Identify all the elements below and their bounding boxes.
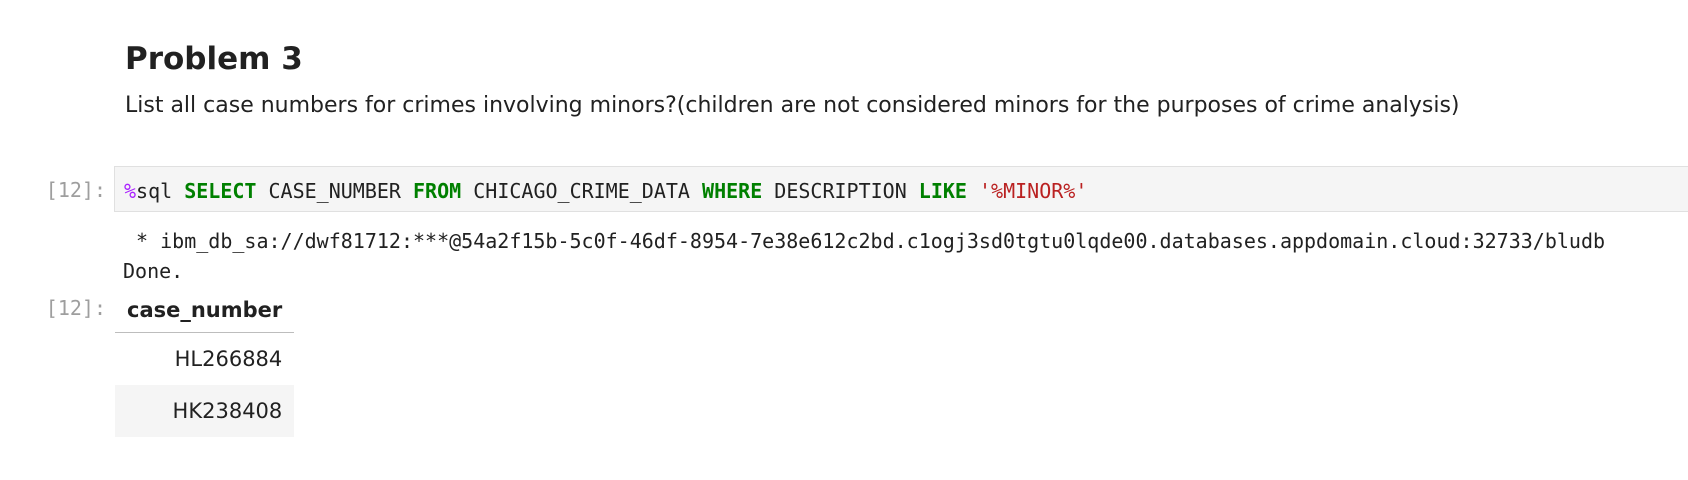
keyword-where: WHERE <box>702 179 763 203</box>
problem-description: List all case numbers for crimes involvi… <box>125 92 1460 118</box>
table-row: HL266884 <box>115 332 295 385</box>
problem-heading: Problem 3 <box>125 41 303 77</box>
done-message: Done. <box>123 259 184 283</box>
table-row: HK238408 <box>115 385 295 437</box>
magic-symbol: % <box>124 179 137 203</box>
keyword-like: LIKE <box>918 179 967 203</box>
magic-name: sql <box>136 179 173 203</box>
keyword-from: FROM <box>413 179 462 203</box>
field-name: DESCRIPTION <box>774 179 907 203</box>
result-table: case_number HL266884 HK238408 <box>115 290 295 437</box>
code-editor[interactable]: %sql SELECT CASE_NUMBER FROM CHICAGO_CRI… <box>114 166 1688 212</box>
column-header-case-number: case_number <box>115 290 295 333</box>
table-cell: HL266884 <box>115 332 295 385</box>
stdout-output: * ibm_db_sa://dwf81712:***@54a2f15b-5c0f… <box>123 226 1606 286</box>
markdown-cell[interactable]: Problem 3 List all case numbers for crim… <box>125 40 1665 120</box>
keyword-select: SELECT <box>184 179 257 203</box>
table-cell: HK238408 <box>115 385 295 437</box>
input-prompt: [12]: <box>45 178 106 202</box>
output-prompt: [12]: <box>45 296 106 320</box>
table-header-row: case_number <box>115 290 295 333</box>
string-pattern: '%MINOR%' <box>979 179 1088 203</box>
column-name: CASE_NUMBER <box>268 179 401 203</box>
table-name: CHICAGO_CRIME_DATA <box>473 179 690 203</box>
connection-string: * ibm_db_sa://dwf81712:***@54a2f15b-5c0f… <box>124 229 1606 253</box>
